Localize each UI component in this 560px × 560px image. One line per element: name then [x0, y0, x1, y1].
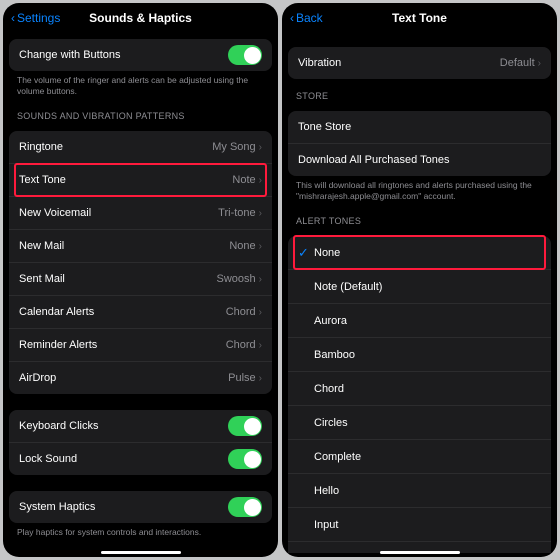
chevron-right-icon: ›	[259, 274, 262, 285]
row-label: Keyboard Clicks	[19, 420, 98, 432]
download-tones-row[interactable]: Download All Purchased Tones	[288, 144, 551, 176]
chevron-right-icon: ›	[259, 142, 262, 153]
row-value: Pulse›	[228, 372, 262, 384]
back-label: Back	[296, 11, 323, 25]
tone-row[interactable]: Hello	[288, 474, 551, 508]
row-label: Change with Buttons	[19, 49, 121, 61]
chevron-right-icon: ›	[259, 340, 262, 351]
vibration-group: Vibration Default›	[288, 47, 551, 79]
row-label: AirDrop	[19, 372, 56, 384]
row-label: Download All Purchased Tones	[298, 154, 449, 166]
row-label: Reminder Alerts	[19, 339, 97, 351]
tone-store-row[interactable]: Tone Store	[288, 111, 551, 144]
toggle-switch[interactable]	[228, 449, 262, 469]
chevron-right-icon: ›	[259, 307, 262, 318]
tone-row[interactable]: Chord	[288, 372, 551, 406]
tone-row[interactable]: Bamboo	[288, 338, 551, 372]
sent-mail-row[interactable]: Sent Mail Swoosh›	[9, 263, 272, 296]
toggle-switch[interactable]	[228, 497, 262, 517]
back-button[interactable]: ‹ Back	[290, 11, 323, 25]
text-tone-row[interactable]: Text Tone Note›	[9, 164, 272, 197]
reminder-alerts-row[interactable]: Reminder Alerts Chord›	[9, 329, 272, 362]
content-scroll[interactable]: Change with Buttons The volume of the ri…	[3, 33, 278, 553]
row-value: Swoosh›	[217, 273, 262, 285]
store-footer: This will download all ringtones and ale…	[282, 176, 557, 204]
row-value: Tri-tone›	[218, 207, 262, 219]
row-value: Default›	[500, 57, 541, 69]
tone-label: Chord	[314, 383, 344, 395]
sounds-haptics-screen: ‹ Settings Sounds & Haptics Change with …	[3, 3, 278, 557]
tone-label: Circles	[314, 417, 348, 429]
tone-label: None	[314, 247, 340, 259]
chevron-right-icon: ›	[259, 241, 262, 252]
sound-toggles-group: Keyboard Clicks Lock Sound	[9, 410, 272, 475]
vibration-row[interactable]: Vibration Default›	[288, 47, 551, 79]
tone-label: Complete	[314, 451, 361, 463]
row-label: New Mail	[19, 240, 64, 252]
new-voicemail-row[interactable]: New Voicemail Tri-tone›	[9, 197, 272, 230]
haptics-group: System Haptics	[9, 491, 272, 523]
content-scroll[interactable]: Vibration Default› STORE Tone Store Down…	[282, 33, 557, 553]
calendar-alerts-row[interactable]: Calendar Alerts Chord›	[9, 296, 272, 329]
tone-label: Hello	[314, 485, 339, 497]
home-indicator[interactable]	[101, 551, 181, 554]
chevron-right-icon: ›	[259, 208, 262, 219]
tone-row[interactable]: Note (Default)	[288, 270, 551, 304]
row-label: Vibration	[298, 57, 341, 69]
keyboard-clicks-row[interactable]: Keyboard Clicks	[9, 410, 272, 443]
system-haptics-row[interactable]: System Haptics	[9, 491, 272, 523]
tone-label: Bamboo	[314, 349, 355, 361]
back-label: Settings	[17, 11, 60, 25]
row-label: Ringtone	[19, 141, 63, 153]
toggle-switch[interactable]	[228, 45, 262, 65]
alert-tones-header: ALERT TONES	[282, 204, 557, 230]
tone-label: Input	[314, 519, 338, 531]
row-value: None›	[229, 240, 262, 252]
nav-bar: ‹ Settings Sounds & Haptics	[3, 3, 278, 33]
lock-sound-row[interactable]: Lock Sound	[9, 443, 272, 475]
tone-row[interactable]: Complete	[288, 440, 551, 474]
change-buttons-group: Change with Buttons	[9, 39, 272, 71]
row-label: System Haptics	[19, 501, 95, 513]
patterns-header: SOUNDS AND VIBRATION PATTERNS	[3, 99, 278, 125]
row-label: Tone Store	[298, 121, 351, 133]
row-label: Lock Sound	[19, 453, 77, 465]
chevron-right-icon: ›	[259, 373, 262, 384]
store-header: STORE	[282, 79, 557, 105]
nav-bar: ‹ Back Text Tone	[282, 3, 557, 33]
tone-row[interactable]: Input	[288, 508, 551, 542]
ringtone-row[interactable]: Ringtone My Song›	[9, 131, 272, 164]
tone-row[interactable]: Circles	[288, 406, 551, 440]
text-tone-screen: ‹ Back Text Tone Vibration Default› STOR…	[282, 3, 557, 557]
row-value: Chord›	[226, 306, 262, 318]
toggle-switch[interactable]	[228, 416, 262, 436]
row-value: Chord›	[226, 339, 262, 351]
page-title: Text Tone	[282, 11, 557, 25]
tone-row[interactable]: Aurora	[288, 304, 551, 338]
chevron-right-icon: ›	[259, 175, 262, 186]
back-button[interactable]: ‹ Settings	[11, 11, 60, 25]
haptics-footer: Play haptics for system controls and int…	[3, 523, 278, 540]
patterns-group: Ringtone My Song› Text Tone Note› New Vo…	[9, 131, 272, 394]
row-label: Text Tone	[19, 174, 66, 186]
change-buttons-footer: The volume of the ringer and alerts can …	[3, 71, 278, 99]
tone-label: Note (Default)	[314, 281, 382, 293]
tone-label: Aurora	[314, 315, 347, 327]
store-group: Tone Store Download All Purchased Tones	[288, 111, 551, 176]
home-indicator[interactable]	[380, 551, 460, 554]
checkmark-icon: ✓	[298, 245, 314, 261]
tone-none-row[interactable]: ✓ None	[288, 236, 551, 270]
airdrop-row[interactable]: AirDrop Pulse›	[9, 362, 272, 394]
row-label: New Voicemail	[19, 207, 91, 219]
new-mail-row[interactable]: New Mail None›	[9, 230, 272, 263]
chevron-right-icon: ›	[538, 58, 541, 69]
chevron-left-icon: ‹	[11, 11, 15, 25]
row-value: Note›	[232, 174, 262, 186]
row-value: My Song›	[212, 141, 262, 153]
change-with-buttons-row[interactable]: Change with Buttons	[9, 39, 272, 71]
chevron-left-icon: ‹	[290, 11, 294, 25]
row-label: Calendar Alerts	[19, 306, 94, 318]
alert-tones-group: ✓ None Note (Default) Aurora Bamboo Chor…	[288, 236, 551, 553]
row-label: Sent Mail	[19, 273, 65, 285]
